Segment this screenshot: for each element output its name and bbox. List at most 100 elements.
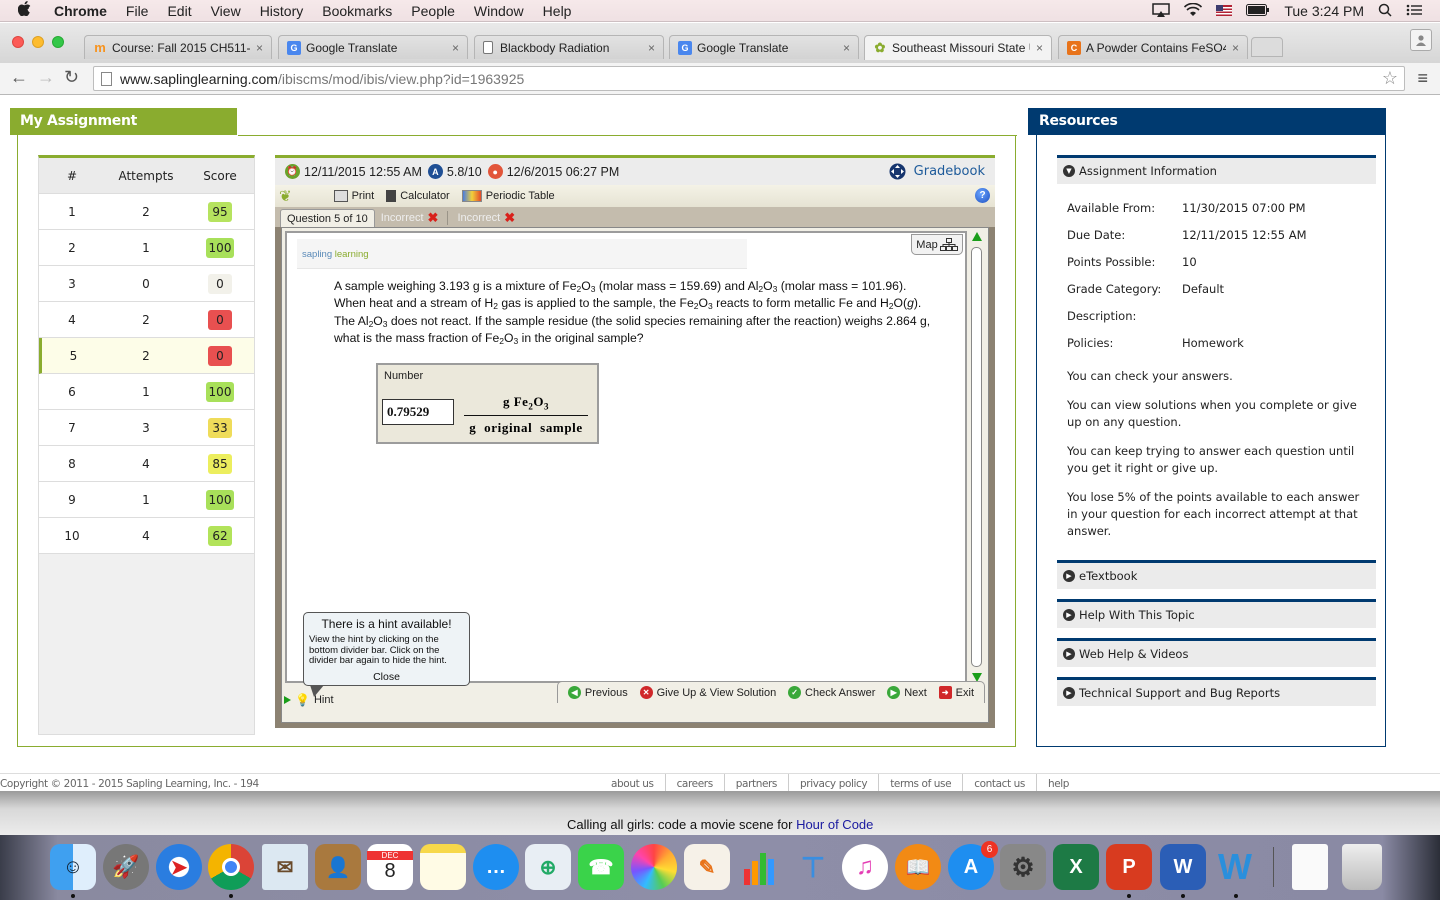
photos-icon[interactable] — [631, 844, 677, 890]
accordion-etextbook[interactable]: ▶ eTextbook — [1057, 560, 1376, 589]
periodic-table-button[interactable]: Periodic Table — [461, 190, 555, 202]
browser-tab-active[interactable]: ✿ Southeast Missouri State U × — [864, 35, 1052, 60]
menu-chrome[interactable]: Chrome — [54, 3, 107, 19]
us-flag-input-icon[interactable] — [1216, 3, 1233, 19]
question-scrollbar[interactable] — [970, 231, 984, 683]
browser-tab[interactable]: G Google Translate × — [669, 35, 859, 59]
accordion-technical-support[interactable]: ▶ Technical Support and Bug Reports — [1057, 677, 1376, 706]
previous-button[interactable]: ◀ Previous — [567, 686, 628, 699]
numbers-icon[interactable] — [737, 844, 783, 890]
window-zoom-button[interactable] — [52, 36, 64, 48]
keynote-icon[interactable]: ⊤ — [790, 844, 836, 890]
chrome-menu-icon[interactable]: ≡ — [1417, 68, 1428, 89]
footer-link-partners[interactable]: partners — [725, 774, 790, 792]
tab-attempt-1[interactable]: Incorrect ✖ — [375, 209, 445, 227]
footer-link-about-us[interactable]: about us — [600, 774, 666, 792]
facetime-icon[interactable]: ☎ — [578, 844, 624, 890]
help-question-icon[interactable]: ? — [975, 188, 990, 203]
clock[interactable]: Tue 3:24 PM — [1284, 3, 1364, 19]
check-answer-button[interactable]: ✓ Check Answer — [788, 686, 875, 699]
exit-button[interactable]: ➜ Exit — [938, 686, 974, 699]
trash-icon[interactable] — [1342, 844, 1382, 890]
safari-icon[interactable]: ➤ — [156, 844, 202, 890]
question-row[interactable]: 5 2 0 — [39, 338, 254, 374]
footer-link-careers[interactable]: careers — [666, 774, 725, 792]
pages-icon[interactable]: ✎ — [684, 844, 730, 890]
word-web-app-icon[interactable]: W — [1212, 844, 1258, 890]
question-row[interactable]: 3 0 0 — [39, 266, 254, 302]
profile-person-icon[interactable] — [1410, 29, 1432, 51]
finder-icon[interactable]: ☺ — [50, 844, 96, 890]
map-button[interactable]: Map — [911, 234, 963, 255]
browser-tab[interactable]: Blackbody Radiation × — [474, 35, 664, 59]
menu-bookmarks[interactable]: Bookmarks — [322, 3, 392, 19]
footer-link-contact-us[interactable]: contact us — [963, 774, 1037, 792]
maps-icon[interactable]: ⊕ — [525, 844, 571, 890]
launchpad-icon[interactable]: 🚀 — [103, 844, 149, 890]
word-icon[interactable]: W — [1160, 844, 1206, 890]
footer-link-privacy-policy[interactable]: privacy policy — [789, 774, 880, 792]
bookmark-star-icon[interactable]: ☆ — [1382, 68, 1398, 89]
address-bar[interactable]: www.saplinglearning.com/ibiscms/mod/ibis… — [93, 66, 1405, 91]
notification-center-icon[interactable] — [1406, 3, 1422, 19]
messages-icon[interactable]: … — [473, 844, 519, 890]
accordion-help-with-this-topic[interactable]: ▶ Help With This Topic — [1057, 599, 1376, 628]
footer-link-terms-of-use[interactable]: terms of use — [879, 774, 964, 792]
hour-of-code-link[interactable]: Hour of Code — [796, 817, 873, 832]
calculator-button[interactable]: Calculator — [386, 190, 450, 202]
print-button[interactable]: Print — [333, 190, 374, 202]
window-close-button[interactable] — [12, 36, 24, 48]
hint-popup-close[interactable]: Close — [304, 671, 469, 683]
question-row[interactable]: 7 3 33 — [39, 410, 254, 446]
chrome-icon[interactable] — [208, 844, 254, 890]
menu-view[interactable]: View — [211, 3, 241, 19]
reload-icon[interactable]: ↻ — [64, 67, 79, 88]
give-up-button[interactable]: ✕ Give Up & View Solution — [639, 686, 776, 699]
excel-icon[interactable]: X — [1053, 844, 1099, 890]
tab-close-icon[interactable]: × — [1232, 41, 1239, 55]
itunes-icon[interactable]: ♫ — [842, 844, 888, 890]
spotlight-search-icon[interactable] — [1378, 3, 1392, 20]
gradebook-link[interactable]: Gradebook — [889, 163, 985, 180]
answer-input[interactable] — [382, 399, 454, 425]
mail-icon[interactable]: ✉ — [262, 844, 308, 890]
system-preferences-icon[interactable]: ⚙ — [1000, 844, 1046, 890]
wifi-icon[interactable] — [1184, 2, 1203, 20]
tab-close-icon[interactable]: × — [843, 41, 850, 55]
accordion-assignment-information[interactable]: ▼ Assignment Information — [1057, 155, 1376, 184]
menu-people[interactable]: People — [411, 3, 455, 19]
notes-icon[interactable] — [420, 844, 466, 890]
tab-close-icon[interactable]: × — [452, 41, 459, 55]
powerpoint-icon[interactable]: P — [1106, 844, 1152, 890]
calendar-icon[interactable]: DEC 8 — [367, 844, 413, 890]
question-row[interactable]: 2 1 100 — [39, 230, 254, 266]
question-row[interactable]: 1 2 95 — [39, 194, 254, 230]
next-button[interactable]: ▶ Next — [887, 686, 927, 699]
tab-current-question[interactable]: Question 5 of 10 — [280, 209, 375, 227]
ibooks-icon[interactable]: 📖 — [895, 844, 941, 890]
tab-close-icon[interactable]: × — [256, 41, 263, 55]
menu-edit[interactable]: Edit — [167, 3, 191, 19]
footer-link-help[interactable]: help — [1037, 774, 1080, 792]
menu-help[interactable]: Help — [543, 3, 572, 19]
tab-close-icon[interactable]: × — [648, 41, 655, 55]
tab-attempt-2[interactable]: Incorrect ✖ — [451, 209, 521, 227]
contacts-icon[interactable]: 👤 — [315, 844, 361, 890]
tab-close-icon[interactable]: × — [1036, 41, 1043, 55]
forward-arrow-icon[interactable]: → — [37, 67, 55, 88]
question-row[interactable]: 4 2 0 — [39, 302, 254, 338]
apple-menu-icon[interactable] — [17, 1, 38, 20]
back-arrow-icon[interactable]: ← — [10, 67, 28, 88]
airplay-icon[interactable] — [1152, 2, 1171, 20]
scroll-track[interactable] — [971, 247, 982, 667]
question-row[interactable]: 9 1 100 — [39, 482, 254, 518]
question-row[interactable]: 6 1 100 — [39, 374, 254, 410]
menu-file[interactable]: File — [126, 3, 149, 19]
menu-window[interactable]: Window — [474, 3, 524, 19]
battery-icon[interactable] — [1246, 3, 1270, 19]
question-row[interactable]: 10 4 62 — [39, 518, 254, 554]
browser-tab[interactable]: C A Powder Contains FeSO4 × — [1058, 35, 1248, 59]
new-tab-button[interactable] — [1251, 37, 1283, 57]
browser-tab[interactable]: m Course: Fall 2015 CH511-0 × — [84, 35, 272, 59]
menu-history[interactable]: History — [260, 3, 304, 19]
